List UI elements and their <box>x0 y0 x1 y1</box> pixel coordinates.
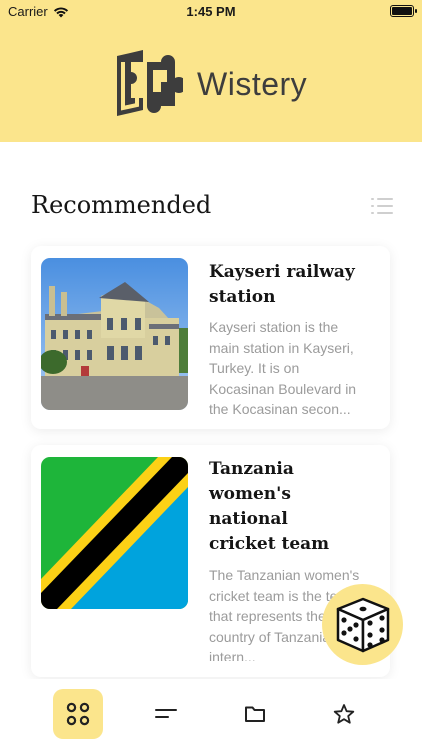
tab-bar <box>0 679 422 750</box>
article-image <box>41 457 188 609</box>
lines-icon <box>155 709 177 718</box>
app-header: Carrier 1:45 PM Wistery <box>0 0 422 142</box>
article-title[interactable]: Tanzania women's national cricket team <box>209 457 359 557</box>
article-image <box>41 258 188 410</box>
list-view-icon[interactable] <box>371 197 393 215</box>
article-title[interactable]: Kayseri railway station <box>209 260 359 310</box>
app-logo: Wistery <box>113 46 307 122</box>
tab-folders[interactable] <box>230 689 280 739</box>
status-time: 1:45 PM <box>186 4 236 19</box>
folder-icon <box>245 706 265 722</box>
star-icon <box>333 704 355 724</box>
tab-home[interactable] <box>53 689 103 739</box>
article-card[interactable]: Kayseri railway station Kayseri station … <box>31 246 390 429</box>
app-title: Wistery <box>197 65 308 102</box>
tab-favorites[interactable] <box>319 689 369 739</box>
section-title: Recommended <box>31 191 212 219</box>
dice-icon <box>336 597 389 652</box>
random-article-button[interactable] <box>322 584 403 665</box>
puzzle-book-icon <box>117 50 183 116</box>
battery-icon <box>390 5 417 17</box>
article-description: Kayseri station is the main station in K… <box>209 319 357 417</box>
status-bar: Carrier 1:45 PM <box>0 0 422 24</box>
grid-icon <box>66 702 90 726</box>
tab-articles[interactable] <box>142 689 192 739</box>
